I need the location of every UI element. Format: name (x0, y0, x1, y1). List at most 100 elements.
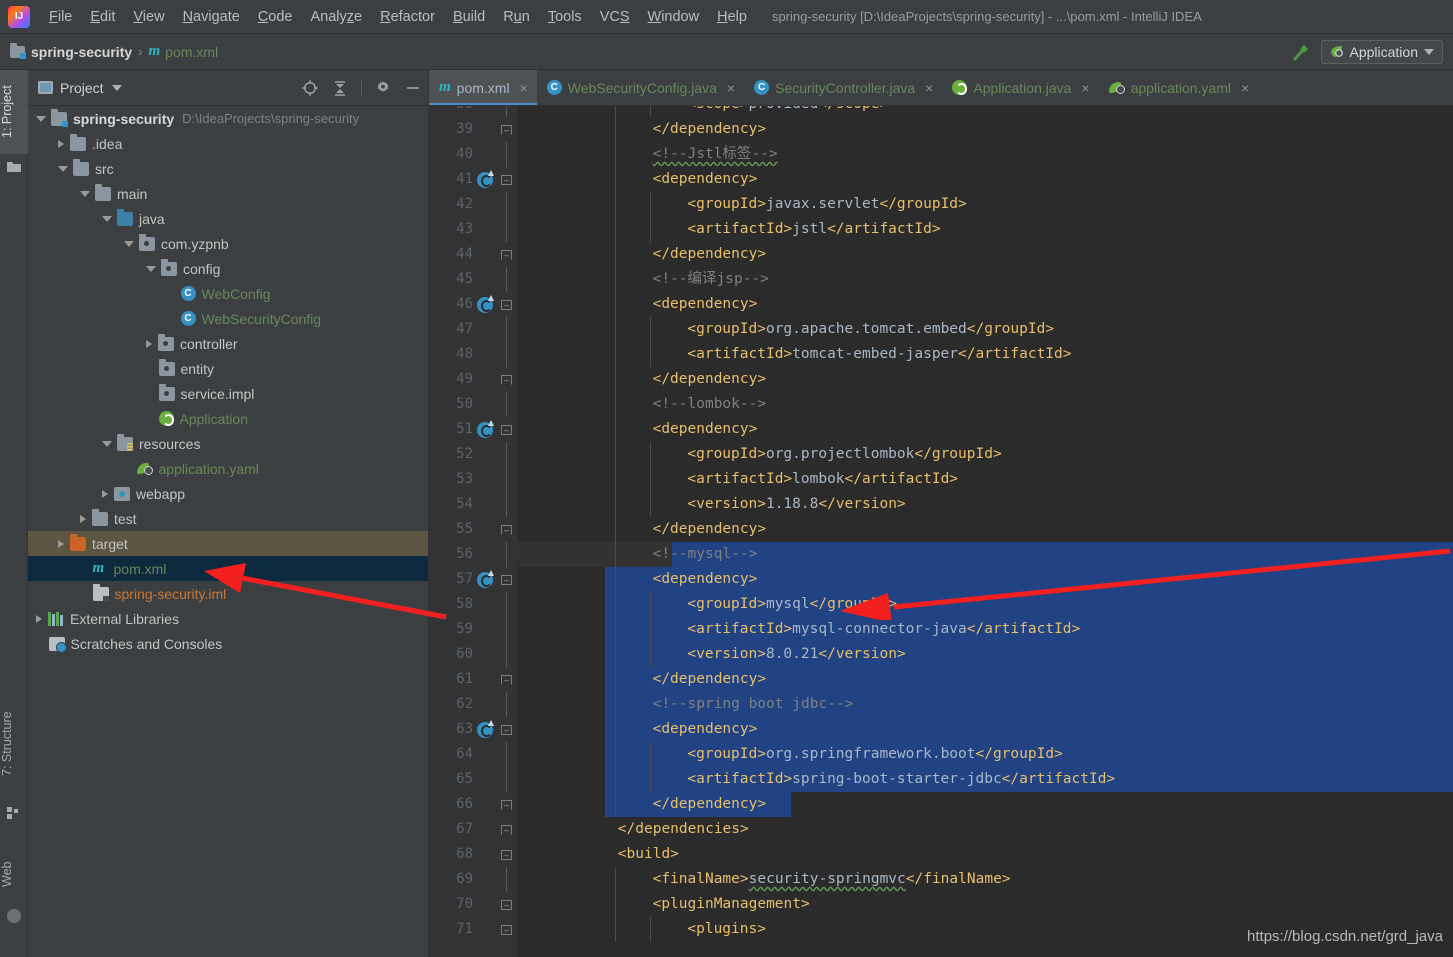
tree-node--idea[interactable]: .idea (28, 131, 428, 156)
tree-node-service-impl[interactable]: service.impl (28, 381, 428, 406)
code-line[interactable]: <dependency> (517, 167, 1453, 192)
code-line[interactable]: </dependency> (517, 792, 1453, 817)
fold-end-icon[interactable] (501, 675, 512, 685)
code-line[interactable]: <dependency> (517, 567, 1453, 592)
editor-tab-websecurityconfig-java[interactable]: C WebSecurityConfig.java × (537, 70, 744, 105)
fold-end-icon[interactable] (501, 800, 512, 810)
close-icon[interactable]: × (727, 80, 735, 96)
code-line[interactable]: <artifactId>lombok</artifactId> (517, 467, 1453, 492)
chevron-down-icon[interactable] (102, 440, 112, 447)
code-line[interactable]: <version>8.0.21</version> (517, 642, 1453, 667)
chevron-down-icon[interactable] (36, 115, 46, 122)
code-line[interactable]: <groupId>javax.servlet</groupId> (517, 192, 1453, 217)
maven-dependency-gutter-icon[interactable] (477, 295, 494, 313)
sidebar-item-favorites[interactable]: vorites (0, 950, 28, 957)
editor-code-area[interactable]: <scope>provided</scope> </dependency> <!--… (517, 106, 1453, 957)
breadcrumb-file[interactable]: m pom.xml (148, 43, 218, 60)
code-line[interactable]: <!--Jstl标签--> (517, 142, 1453, 167)
fold-end-icon[interactable] (501, 250, 512, 260)
tree-node-spring-security[interactable]: spring-security D:\IdeaProjects\spring-se… (28, 106, 428, 131)
chevron-right-icon[interactable] (80, 514, 86, 523)
chevron-down-icon[interactable] (1424, 48, 1434, 55)
chevron-right-icon[interactable] (36, 614, 42, 623)
code-line[interactable]: </dependency> (517, 242, 1453, 267)
locate-target-icon[interactable] (301, 79, 319, 97)
maven-dependency-gutter-icon[interactable] (477, 420, 494, 438)
code-line[interactable]: </dependency> (517, 367, 1453, 392)
code-line[interactable]: <dependency> (517, 717, 1453, 742)
tree-node-external-libraries[interactable]: External Libraries (28, 606, 428, 631)
chevron-down-icon[interactable] (58, 165, 68, 172)
chevron-down-icon[interactable] (102, 215, 112, 222)
chevron-right-icon[interactable] (58, 539, 64, 548)
close-icon[interactable]: × (925, 80, 933, 96)
code-line[interactable]: </dependencies> (517, 817, 1453, 842)
breadcrumb-project[interactable]: spring-security (10, 42, 132, 60)
fold-end-icon[interactable] (501, 375, 512, 385)
code-line[interactable]: <artifactId>tomcat-embed-jasper</artifac… (517, 342, 1453, 367)
code-line[interactable]: </dependency> (517, 667, 1453, 692)
fold-collapse-icon[interactable] (501, 425, 512, 435)
code-line[interactable]: <groupId>org.springframework.boot</group… (517, 742, 1453, 767)
code-line[interactable]: <!--lombok--> (517, 392, 1453, 417)
code-line[interactable]: <!--spring boot jdbc--> (517, 692, 1453, 717)
code-line[interactable]: <groupId>mysql</groupId> (517, 592, 1453, 617)
code-line[interactable]: </dependency> (517, 117, 1453, 142)
menu-item-run[interactable]: Run (494, 6, 539, 28)
sidebar-item-structure[interactable]: 7: Structure (0, 690, 28, 798)
code-line[interactable]: <dependency> (517, 417, 1453, 442)
hammer-icon[interactable] (1289, 41, 1311, 63)
tree-node-scratches-and-consoles[interactable]: Scratches and Consoles (28, 631, 428, 656)
code-line[interactable]: <artifactId>jstl</artifactId> (517, 217, 1453, 242)
tree-node-webconfig[interactable]: C WebConfig (28, 281, 428, 306)
code-line[interactable]: <!--mysql--> (517, 542, 1453, 567)
code-line[interactable]: <version>1.18.8</version> (517, 492, 1453, 517)
tree-node-websecurityconfig[interactable]: C WebSecurityConfig (28, 306, 428, 331)
maven-dependency-gutter-icon[interactable] (477, 720, 494, 738)
close-icon[interactable]: × (520, 80, 528, 96)
code-line[interactable]: <finalName>security-springmvc</finalName… (517, 867, 1453, 892)
chevron-down-icon[interactable] (146, 265, 156, 272)
tree-node-pom-xml[interactable]: m pom.xml (28, 556, 428, 581)
fold-collapse-icon[interactable] (501, 725, 512, 735)
menu-item-refactor[interactable]: Refactor (371, 6, 444, 28)
code-line[interactable]: <groupId>org.projectlombok</groupId> (517, 442, 1453, 467)
tree-node-target[interactable]: target (28, 531, 428, 556)
run-configuration-selector[interactable]: Application (1320, 39, 1443, 64)
menu-item-code[interactable]: Code (249, 6, 302, 28)
code-line[interactable]: <artifactId>mysql-connector-java</artifa… (517, 617, 1453, 642)
chevron-right-icon[interactable] (58, 139, 64, 148)
menu-item-window[interactable]: Window (639, 6, 709, 28)
editor-tab-pom-xml[interactable]: m pom.xml × (429, 70, 537, 105)
menu-item-help[interactable]: Help (708, 6, 756, 28)
hide-panel-icon[interactable] (404, 79, 422, 97)
code-line[interactable]: <pluginManagement> (517, 892, 1453, 917)
code-line[interactable]: <scope>provided</scope> (517, 106, 1453, 117)
menu-item-file[interactable]: File (40, 6, 81, 28)
code-line[interactable]: <artifactId>spring-boot-starter-jdbc</ar… (517, 767, 1453, 792)
tree-node-entity[interactable]: entity (28, 356, 428, 381)
tree-node-java[interactable]: java (28, 206, 428, 231)
tree-node-src[interactable]: src (28, 156, 428, 181)
code-line[interactable]: <groupId>org.apache.tomcat.embed</groupI… (517, 317, 1453, 342)
tree-node-config[interactable]: config (28, 256, 428, 281)
menu-item-build[interactable]: Build (444, 6, 494, 28)
collapse-all-icon[interactable] (331, 79, 349, 97)
fold-end-icon[interactable] (501, 525, 512, 535)
code-line[interactable]: <dependency> (517, 292, 1453, 317)
fold-collapse-icon[interactable] (501, 900, 512, 910)
maven-dependency-gutter-icon[interactable] (477, 170, 494, 188)
settings-gear-icon[interactable] (374, 79, 392, 97)
tree-node-main[interactable]: main (28, 181, 428, 206)
fold-collapse-icon[interactable] (501, 925, 512, 935)
chevron-right-icon[interactable] (102, 489, 108, 498)
code-editor[interactable]: 38 39 40 41 42 43 44 45 46 47 48 49 50 51 52 53 54 55 56 57… (429, 106, 1453, 957)
code-line[interactable]: </dependency> (517, 517, 1453, 542)
fold-collapse-icon[interactable] (501, 850, 512, 860)
menu-item-edit[interactable]: Edit (81, 6, 124, 28)
fold-end-icon[interactable] (501, 125, 512, 135)
tree-node-resources[interactable]: resources (28, 431, 428, 456)
tree-node-application[interactable]: Application (28, 406, 428, 431)
menu-item-tools[interactable]: Tools (539, 6, 591, 28)
editor-tab-application-java[interactable]: Application.java × (942, 70, 1098, 105)
